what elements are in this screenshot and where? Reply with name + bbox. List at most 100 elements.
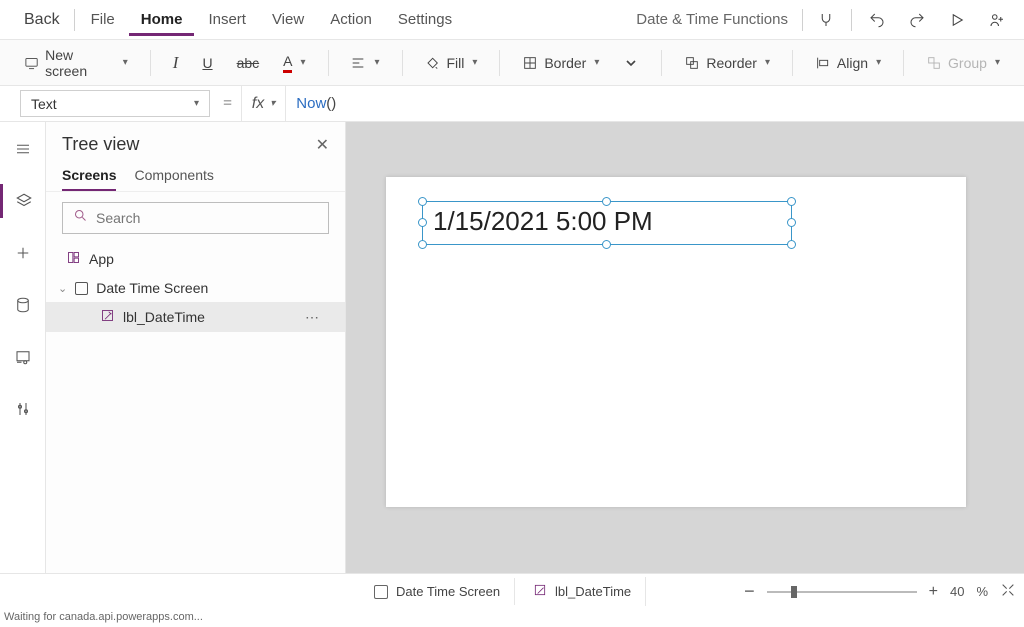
italic-button[interactable]: I bbox=[165, 49, 187, 77]
underline-button[interactable]: U bbox=[194, 51, 220, 75]
divider bbox=[402, 50, 403, 76]
fit-to-window-button[interactable] bbox=[1000, 582, 1016, 601]
redo-icon[interactable] bbox=[898, 0, 936, 40]
group-label: Group bbox=[948, 55, 987, 71]
insert-rail-button[interactable] bbox=[0, 236, 46, 270]
back-button[interactable]: Back bbox=[8, 7, 70, 33]
resize-handle-s[interactable] bbox=[602, 240, 611, 249]
tab-components[interactable]: Components bbox=[134, 167, 213, 191]
divider bbox=[328, 50, 329, 76]
chevron-down-icon: ▾ bbox=[374, 57, 379, 68]
resize-handle-e[interactable] bbox=[787, 218, 796, 227]
formula-close: ) bbox=[331, 95, 336, 112]
search-input[interactable] bbox=[96, 210, 318, 226]
fx-button[interactable]: fx ▾ bbox=[241, 86, 286, 121]
app-icon bbox=[66, 250, 81, 268]
tab-screens[interactable]: Screens bbox=[62, 167, 116, 191]
new-screen-label: New screen bbox=[45, 47, 115, 79]
tree-node-screen[interactable]: ⌄ Date Time Screen bbox=[46, 274, 345, 302]
divider bbox=[792, 50, 793, 76]
share-icon[interactable] bbox=[978, 0, 1016, 40]
hamburger-icon bbox=[14, 140, 32, 158]
chevron-down-icon[interactable]: ⌄ bbox=[58, 282, 67, 295]
menu-settings[interactable]: Settings bbox=[386, 3, 464, 36]
tree-view-button[interactable] bbox=[0, 184, 46, 218]
selected-control[interactable]: 1/15/2021 5:00 PM bbox=[422, 201, 792, 245]
zoom-in-button[interactable]: + bbox=[929, 583, 938, 601]
resize-handle-ne[interactable] bbox=[787, 197, 796, 206]
screen-canvas[interactable]: 1/15/2021 5:00 PM bbox=[386, 177, 966, 507]
menu-action[interactable]: Action bbox=[318, 3, 384, 36]
tree-node-label: Date Time Screen bbox=[96, 280, 208, 296]
reorder-label: Reorder bbox=[706, 55, 757, 71]
fill-button[interactable]: Fill ▾ bbox=[416, 51, 485, 75]
chevron-down-bold-icon bbox=[623, 55, 639, 71]
formula-input[interactable]: Now() bbox=[286, 86, 1024, 121]
strike-button[interactable]: abc bbox=[229, 51, 268, 75]
resize-handle-n[interactable] bbox=[602, 197, 611, 206]
chevron-down-icon: ▾ bbox=[995, 57, 1000, 68]
align-objects-button[interactable]: Align ▾ bbox=[807, 51, 889, 75]
chevron-down-icon: ▾ bbox=[194, 98, 199, 109]
tree-search[interactable] bbox=[62, 202, 329, 234]
divider bbox=[661, 50, 662, 76]
font-color-button[interactable]: A▾ bbox=[275, 49, 313, 77]
chevron-down-icon: ▾ bbox=[594, 57, 599, 68]
divider bbox=[499, 50, 500, 76]
formula-fn: Now bbox=[296, 95, 326, 112]
menu-insert[interactable]: Insert bbox=[196, 3, 258, 36]
menu-file[interactable]: File bbox=[79, 3, 127, 36]
paint-bucket-icon bbox=[424, 55, 440, 71]
zoom-out-button[interactable]: − bbox=[744, 581, 755, 602]
undo-icon[interactable] bbox=[858, 0, 896, 40]
zoom-slider[interactable] bbox=[767, 591, 917, 593]
resize-handle-se[interactable] bbox=[787, 240, 796, 249]
media-rail-button[interactable] bbox=[0, 340, 46, 374]
zoom-thumb[interactable] bbox=[791, 586, 797, 598]
search-icon bbox=[73, 208, 88, 228]
tree-node-control[interactable]: lbl_DateTime ⋯ bbox=[46, 302, 345, 332]
menu-view[interactable]: View bbox=[260, 3, 316, 36]
new-screen-button[interactable]: New screen ▾ bbox=[16, 43, 136, 83]
tools-icon bbox=[14, 400, 32, 418]
reorder-button[interactable]: Reorder ▾ bbox=[676, 51, 778, 75]
zoom-value: 40 bbox=[950, 584, 964, 599]
left-rail bbox=[0, 122, 46, 591]
more-options-icon[interactable]: ⋯ bbox=[305, 309, 321, 326]
group-button: Group ▾ bbox=[918, 51, 1008, 75]
hamburger-button[interactable] bbox=[0, 132, 46, 166]
divider bbox=[903, 50, 904, 76]
tools-rail-button[interactable] bbox=[0, 392, 46, 426]
chevron-down-icon: ▾ bbox=[472, 57, 477, 68]
canvas-area[interactable]: 1/15/2021 5:00 PM bbox=[346, 122, 1024, 591]
app-checker-icon[interactable] bbox=[807, 0, 845, 40]
label-control-icon bbox=[100, 308, 115, 326]
border-style-button[interactable] bbox=[615, 51, 647, 75]
breadcrumb-control[interactable]: lbl_DateTime bbox=[519, 577, 646, 606]
align-label: Align bbox=[837, 55, 868, 71]
chevron-down-icon: ▾ bbox=[876, 57, 881, 68]
tree-view-panel: Tree view ✕ Screens Components App ⌄ Da bbox=[46, 122, 346, 591]
align-text-button[interactable]: ▾ bbox=[342, 51, 387, 75]
tree-node-label: lbl_DateTime bbox=[123, 309, 205, 325]
breadcrumb-screen[interactable]: Date Time Screen bbox=[360, 578, 515, 605]
menu-home[interactable]: Home bbox=[129, 3, 195, 36]
property-name: Text bbox=[31, 96, 57, 112]
label-text: 1/15/2021 5:00 PM bbox=[423, 202, 791, 241]
chevron-down-icon: ▾ bbox=[765, 57, 770, 68]
chevron-down-icon: ▾ bbox=[123, 57, 128, 68]
align-lines-icon bbox=[350, 55, 366, 71]
border-button[interactable]: Border ▾ bbox=[514, 51, 607, 75]
resize-handle-nw[interactable] bbox=[418, 197, 427, 206]
property-selector[interactable]: Text ▾ bbox=[20, 90, 210, 117]
close-icon[interactable]: ✕ bbox=[316, 135, 329, 155]
label-control-icon bbox=[533, 583, 547, 600]
resize-handle-sw[interactable] bbox=[418, 240, 427, 249]
data-rail-button[interactable] bbox=[0, 288, 46, 322]
play-icon[interactable] bbox=[938, 0, 976, 40]
divider bbox=[802, 9, 803, 31]
tree-node-app[interactable]: App bbox=[46, 244, 345, 274]
screen-icon bbox=[24, 55, 39, 71]
resize-handle-w[interactable] bbox=[418, 218, 427, 227]
zoom-percent: % bbox=[976, 584, 988, 599]
